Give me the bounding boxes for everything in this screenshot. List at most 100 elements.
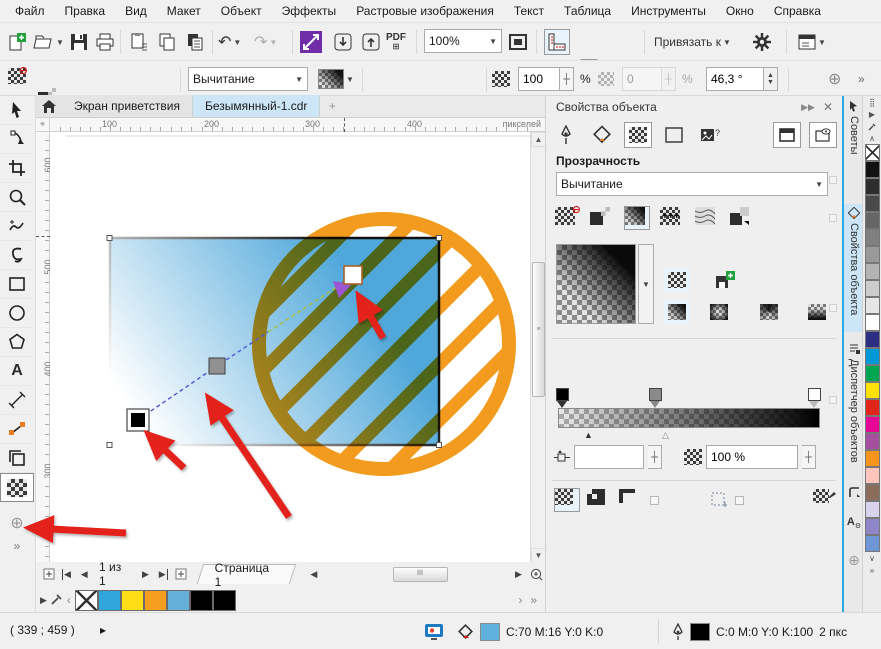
conical-fountain-button[interactable] [756, 300, 782, 324]
swatch[interactable] [865, 535, 880, 552]
undo-dropdown[interactable]: ▼ [233, 38, 241, 47]
ellipse-tool-icon[interactable] [0, 299, 34, 328]
vertical-scrollbar[interactable]: ▲ ≡ ▼ ▼ [530, 132, 545, 578]
swatch-none[interactable] [865, 144, 880, 161]
menu-object[interactable]: Объект [212, 2, 271, 20]
doc-swatch[interactable] [167, 590, 190, 611]
palette-flyout-icon[interactable]: ▶ [863, 108, 881, 120]
swatch[interactable] [865, 246, 880, 263]
apply-to-fill-button[interactable] [586, 488, 612, 512]
menu-layout[interactable]: Макет [158, 2, 210, 20]
swatch[interactable] [865, 501, 880, 518]
connector-tool-icon[interactable] [0, 415, 34, 444]
show-details-icon[interactable] [809, 122, 837, 148]
paste-button[interactable] [126, 29, 152, 55]
swatch[interactable] [865, 161, 880, 178]
swatch[interactable] [865, 178, 880, 195]
scroll-to-section-icon[interactable] [773, 122, 801, 148]
outline-section-icon[interactable] [552, 122, 580, 148]
swatch[interactable] [865, 212, 880, 229]
fill-section-icon[interactable] [588, 122, 616, 148]
palette-eyedropper-icon[interactable] [863, 120, 881, 132]
angle-input[interactable] [706, 67, 764, 91]
edit-transparency-thumb[interactable] [664, 268, 690, 292]
add-page-icon-2[interactable] [172, 565, 190, 583]
publish-pdf-button[interactable]: PDF⊞ [386, 29, 406, 55]
artistic-media-tool-icon[interactable] [0, 241, 34, 270]
opacity-spinner[interactable]: ┼ [560, 67, 574, 91]
freeze-checkbox[interactable] [735, 496, 744, 505]
text-tool-icon[interactable]: A [0, 357, 34, 386]
docker-tab-object-manager[interactable]: Диспетчер объектов [844, 340, 864, 476]
welcome-home-icon[interactable] [36, 95, 62, 117]
all-objects-checkbox[interactable] [650, 496, 659, 505]
radial-fountain-button[interactable] [706, 300, 732, 324]
transparency-picker[interactable]: ▼ [318, 66, 354, 92]
scroll-down-button[interactable]: ▼ [531, 548, 546, 563]
zoom-tool-icon[interactable] [0, 183, 34, 212]
zoom-level-combo[interactable]: 100%▼ [424, 29, 502, 53]
gradient-stop-mid[interactable] [649, 388, 662, 401]
transparency-tool-icon[interactable] [0, 473, 34, 502]
shape-tool-icon[interactable] [0, 125, 34, 154]
tab-untitled-document[interactable]: Безымянный-1.cdr [193, 95, 320, 117]
docker-tab-corners[interactable] [844, 486, 864, 510]
swatch[interactable] [865, 382, 880, 399]
add-property-button[interactable]: ⊕ [828, 66, 841, 92]
swatch[interactable] [865, 314, 880, 331]
menu-file[interactable]: Файл [6, 2, 54, 20]
swatch[interactable] [865, 263, 880, 280]
texture-transparency-button[interactable] [694, 206, 720, 230]
fountain-transparency-button[interactable] [624, 206, 650, 230]
pick-tool-icon[interactable] [0, 96, 34, 125]
apply-to-outline-button[interactable] [618, 488, 644, 512]
midpoint-transparency-handle[interactable] [209, 358, 225, 374]
eyedropper-icon[interactable] [51, 593, 63, 608]
menu-tools[interactable]: Инструменты [622, 2, 715, 20]
swatch[interactable] [865, 433, 880, 450]
layout-dropdown[interactable]: ▼ [818, 38, 826, 47]
menu-view[interactable]: Вид [116, 2, 156, 20]
docker-tab-object-properties[interactable]: Свойства объекта [844, 204, 864, 332]
coords-flyout[interactable]: ▸ [100, 623, 106, 637]
uniform-transparency-button[interactable] [589, 206, 615, 230]
ruler-origin[interactable]: ⌖ [36, 118, 50, 132]
palette-scroll-down[interactable]: ∨ [863, 552, 881, 564]
freehand-tool-icon[interactable] [0, 212, 34, 241]
transparency-picker-dropdown[interactable]: ▼ [638, 244, 654, 324]
palette-scroll-left[interactable]: ‹ [67, 593, 71, 607]
dimension-tool-icon[interactable] [0, 386, 34, 415]
add-docker-button[interactable]: ⊕ [844, 552, 864, 576]
page-tab[interactable]: Страница 1 [196, 564, 296, 584]
rectangular-fountain-button[interactable] [804, 300, 830, 324]
open-dropdown[interactable]: ▼ [56, 38, 64, 47]
node-position-input[interactable] [574, 445, 644, 469]
gradient-strip[interactable] [558, 408, 820, 428]
node-opacity-input[interactable] [706, 445, 798, 469]
menu-window[interactable]: Окно [717, 2, 763, 20]
next-page-button[interactable]: ▶ [137, 565, 155, 583]
menu-table[interactable]: Таблица [555, 2, 620, 20]
save-transparency-button[interactable] [712, 268, 738, 292]
horizontal-ruler[interactable]: 100 200 300 400 пикселей [50, 118, 545, 132]
add-tool-button[interactable]: ⊕ [0, 508, 34, 537]
menu-help[interactable]: Справка [765, 2, 830, 20]
doc-swatch[interactable] [121, 590, 144, 611]
show-rulers-toggle[interactable] [544, 29, 570, 55]
swatch[interactable] [865, 416, 880, 433]
docker-close-icon[interactable]: ✕ [823, 100, 833, 114]
docker-tab-hints[interactable]: Советы [844, 100, 864, 196]
start-transparency-handle[interactable] [127, 409, 149, 431]
swatch[interactable] [865, 331, 880, 348]
swatch[interactable] [865, 280, 880, 297]
last-page-button[interactable]: ▶ [154, 565, 172, 583]
menu-edit[interactable]: Правка [56, 2, 115, 20]
menu-bitmaps[interactable]: Растровые изображения [347, 2, 503, 20]
merge-mode-select[interactable]: Вычитание▼ [556, 172, 828, 196]
no-transparency-button[interactable]: ⊖ [554, 206, 580, 230]
apply-to-fill-and-outline-button[interactable] [554, 488, 580, 512]
docker-collapse-icon[interactable]: ▶▶ [801, 102, 815, 113]
swatch[interactable] [865, 195, 880, 212]
doc-swatch-none[interactable] [75, 590, 98, 611]
outline-status[interactable]: C:0 M:0 Y:0 K:100 2 пкс [672, 623, 847, 641]
